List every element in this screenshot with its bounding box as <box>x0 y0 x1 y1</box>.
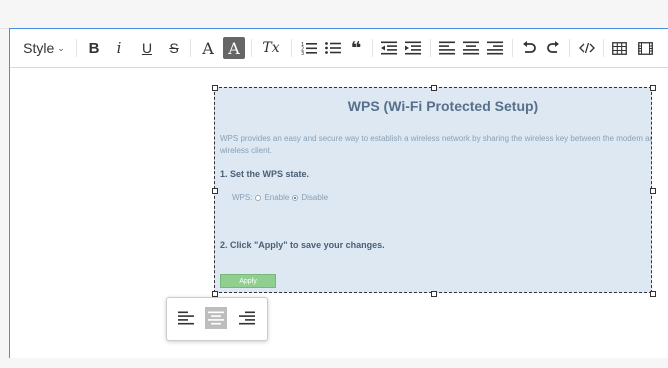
divider <box>291 39 292 57</box>
wps-description: WPS provides an easy and secure way to e… <box>220 134 652 155</box>
blockquote-button[interactable]: ❝ <box>346 37 366 59</box>
image-align-left-button[interactable] <box>175 307 197 329</box>
outdent-icon <box>381 41 397 55</box>
bullet-list-button[interactable] <box>322 38 344 58</box>
insert-table-button[interactable] <box>608 38 630 58</box>
image-align-right-button[interactable] <box>236 307 258 329</box>
apply-button-image: Apply <box>220 274 276 288</box>
chevron-down-icon: ⌄ <box>57 42 65 53</box>
resize-handle-w[interactable] <box>212 188 218 194</box>
image-align-center-button[interactable] <box>205 307 227 329</box>
divider <box>603 39 604 57</box>
divider <box>372 39 373 57</box>
wps-radio-row: WPS: Enable Disable <box>232 193 328 202</box>
align-center-icon <box>208 311 224 325</box>
clear-format-icon: Tx <box>262 40 280 56</box>
enable-radio <box>255 194 262 201</box>
bold-button[interactable]: B <box>84 38 104 58</box>
outdent-button[interactable] <box>378 38 400 58</box>
image-align-popover <box>166 297 268 341</box>
align-right-icon <box>487 41 503 55</box>
bullet-list-icon <box>325 42 341 54</box>
align-right-icon <box>239 311 255 325</box>
resize-handle-s[interactable] <box>431 291 437 297</box>
indent-icon <box>405 41 421 55</box>
style-dropdown[interactable]: Style ⌄ <box>20 38 68 58</box>
resize-handle-se[interactable] <box>650 291 656 297</box>
source-code-button[interactable] <box>575 38 599 58</box>
embedded-screenshot-image[interactable]: WPS (Wi-Fi Protected Setup) WPS provides… <box>214 87 652 293</box>
editor-toolbar: Style ⌄ B i U S A A Tx 123 ❝ <box>10 29 668 68</box>
divider <box>190 39 191 57</box>
text-color-button[interactable]: A <box>198 38 218 58</box>
italic-button[interactable]: i <box>109 38 129 58</box>
divider <box>430 39 431 57</box>
enable-label: Enable <box>264 193 290 202</box>
clear-format-button[interactable]: Tx <box>259 38 283 58</box>
align-center-icon <box>463 41 479 55</box>
undo-icon <box>523 41 536 53</box>
film-icon <box>637 41 653 55</box>
disable-label: Disable <box>301 193 329 202</box>
redo-icon <box>547 41 559 53</box>
rich-text-editor[interactable]: Style ⌄ B i U S A A Tx 123 ❝ WPS (Wi-Fi … <box>9 28 668 358</box>
disable-radio <box>292 194 299 201</box>
style-dropdown-label: Style <box>23 40 55 56</box>
table-icon <box>611 41 627 55</box>
indent-button[interactable] <box>402 38 424 58</box>
wps-step-1: 1. Set the WPS state. <box>220 169 310 179</box>
align-right-button[interactable] <box>484 38 506 58</box>
strikethrough-button[interactable]: S <box>164 38 184 58</box>
ordered-list-button[interactable]: 123 <box>298 38 320 58</box>
align-left-icon <box>439 41 455 55</box>
svg-text:3: 3 <box>301 51 304 55</box>
code-icon <box>579 42 595 54</box>
divider <box>251 39 252 57</box>
background-color-button[interactable]: A <box>223 37 245 59</box>
underline-button[interactable]: U <box>137 38 157 58</box>
resize-handle-nw[interactable] <box>212 85 218 91</box>
align-left-button[interactable] <box>436 38 458 58</box>
divider <box>512 39 513 57</box>
editor-content[interactable]: WPS (Wi-Fi Protected Setup) WPS provides… <box>10 68 668 368</box>
insert-video-button[interactable] <box>634 38 656 58</box>
wps-step-2: 2. Click "Apply" to save your changes. <box>220 240 385 250</box>
resize-handle-ne[interactable] <box>650 85 656 91</box>
align-left-icon <box>178 311 194 325</box>
wps-label: WPS: <box>232 193 253 202</box>
quote-icon: ❝ <box>350 37 362 59</box>
divider <box>76 39 77 57</box>
top-strip <box>0 0 668 29</box>
resize-handle-e[interactable] <box>650 188 656 194</box>
redo-button[interactable] <box>542 38 564 58</box>
divider <box>569 39 570 57</box>
undo-button[interactable] <box>518 38 540 58</box>
resize-handle-n[interactable] <box>431 85 437 91</box>
wps-title: WPS (Wi-Fi Protected Setup) <box>347 98 539 114</box>
align-center-button[interactable] <box>460 38 482 58</box>
ordered-list-icon: 123 <box>301 42 317 55</box>
